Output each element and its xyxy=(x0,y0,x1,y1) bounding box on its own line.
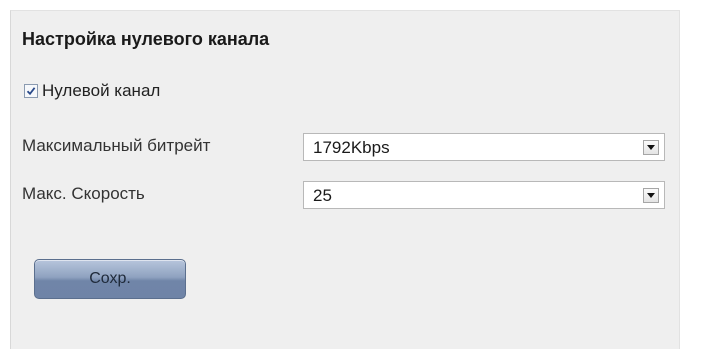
max-bitrate-label: Максимальный битрейт xyxy=(22,136,211,155)
save-button[interactable]: Сохр. xyxy=(34,259,186,299)
zero-channel-row[interactable]: Нулевой канал xyxy=(22,80,160,102)
zero-channel-checkbox[interactable] xyxy=(24,84,38,98)
max-bitrate-select[interactable]: 1792Kbps xyxy=(303,133,665,161)
max-framerate-select[interactable]: 25 xyxy=(303,181,665,209)
zero-channel-label: Нулевой канал xyxy=(42,81,161,100)
section-title: Настройка нулевого канала xyxy=(22,29,270,49)
max-framerate-value: 25 xyxy=(313,186,332,205)
max-framerate-label: Макс. Скорость xyxy=(22,184,145,203)
checkmark-icon xyxy=(26,87,36,96)
chevron-down-icon xyxy=(647,145,655,150)
chevron-down-icon xyxy=(647,193,655,198)
max-framerate-dropdown-button[interactable] xyxy=(643,188,659,203)
max-bitrate-dropdown-button[interactable] xyxy=(643,140,659,155)
save-button-label: Сохр. xyxy=(89,270,131,287)
max-bitrate-value: 1792Kbps xyxy=(313,138,390,157)
